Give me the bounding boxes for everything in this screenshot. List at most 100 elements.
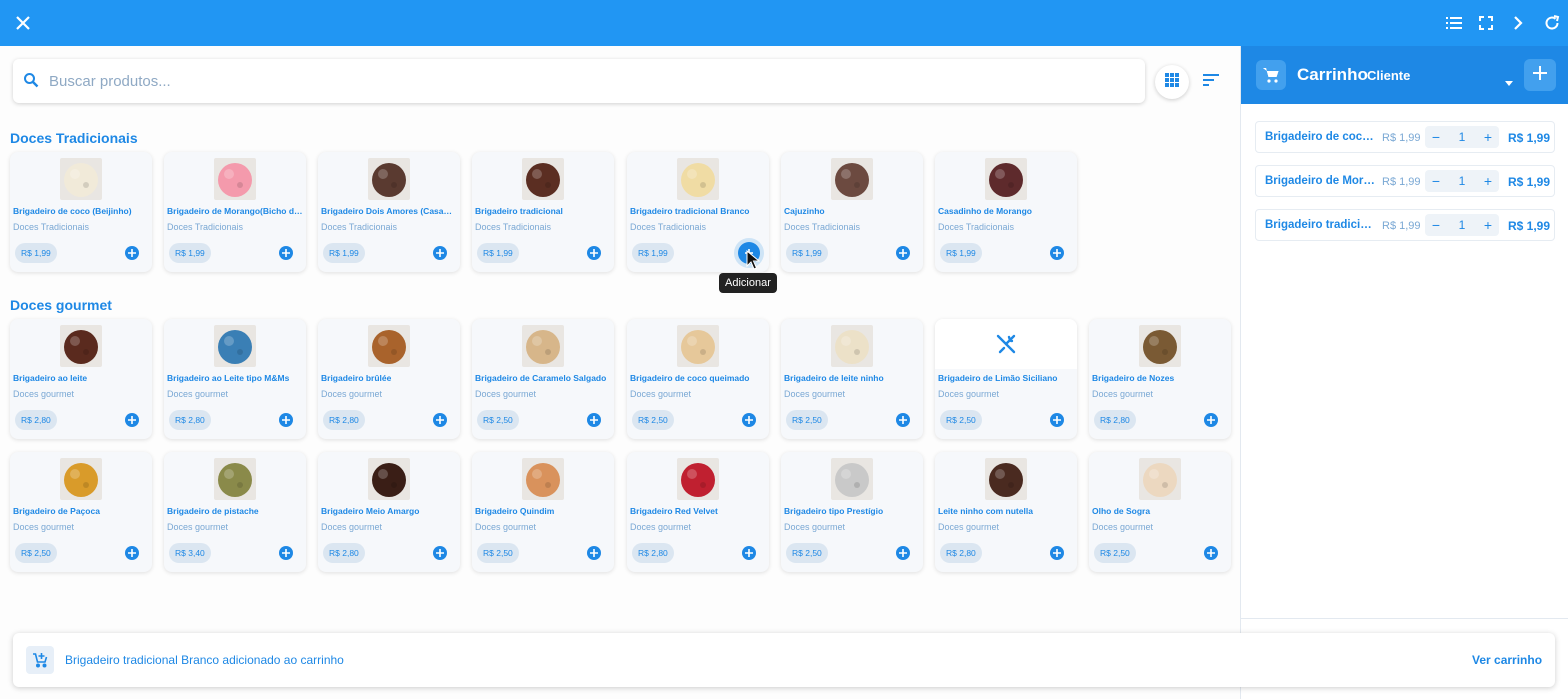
increase-quantity-button[interactable]: + <box>1477 126 1499 148</box>
add-to-cart-button[interactable] <box>1050 246 1064 260</box>
search-input[interactable] <box>49 59 1129 103</box>
add-to-cart-button[interactable] <box>279 546 293 560</box>
product-category: Doces Tradicionais <box>630 222 707 232</box>
product-card[interactable]: Brigadeiro Meio Amargo Doces gourmet R$ 2,… <box>318 452 460 572</box>
product-price: R$ 1,99 <box>940 243 982 263</box>
product-name: Brigadeiro de leite ninho <box>784 373 884 383</box>
plus-icon <box>745 411 753 429</box>
add-to-cart-button[interactable] <box>742 546 756 560</box>
add-to-cart-button[interactable] <box>1050 413 1064 427</box>
product-card[interactable]: Brigadeiro Quindim Doces gourmet R$ 2,50 <box>472 452 614 572</box>
plus-icon <box>899 411 907 429</box>
add-to-cart-button[interactable] <box>1050 546 1064 560</box>
product-card[interactable]: Brigadeiro Red Velvet Doces gourmet R$ 2,8… <box>627 452 769 572</box>
product-card[interactable]: Brigadeiro de Morango(Bicho de pé) Doces … <box>164 152 306 272</box>
product-category: Doces gourmet <box>784 389 846 399</box>
plus-icon <box>436 544 444 562</box>
product-card[interactable]: Olho de Sogra Doces gourmet R$ 2,50 <box>1089 452 1231 572</box>
product-price: R$ 2,80 <box>1094 410 1136 430</box>
product-price: R$ 2,50 <box>786 410 828 430</box>
product-card[interactable]: Brigadeiro tradicional Doces Tradicionais… <box>472 152 614 272</box>
plus-icon <box>128 411 136 429</box>
product-category: Doces gourmet <box>1092 522 1154 532</box>
product-image <box>985 458 1027 500</box>
product-category: Doces Tradicionais <box>938 222 1015 232</box>
plus-icon <box>436 244 444 262</box>
product-card[interactable]: Brigadeiro de Caramelo Salgado Doces gour… <box>472 319 614 439</box>
quantity-value: 1 <box>1458 218 1466 232</box>
product-card[interactable]: Brigadeiro brûlée Doces gourmet R$ 2,80 <box>318 319 460 439</box>
product-card[interactable]: Brigadeiro de Limão Siciliano Doces gourm… <box>935 319 1077 439</box>
product-card[interactable]: Brigadeiro Dois Amores (Casadinho) Doces … <box>318 152 460 272</box>
product-card[interactable]: Cajuzinho Doces Tradicionais R$ 1,99 <box>781 152 923 272</box>
cart-item-total: R$ 1,99 <box>1508 175 1551 189</box>
add-client-button[interactable] <box>1524 59 1556 91</box>
chevron-right-icon[interactable] <box>1502 0 1534 46</box>
product-image <box>1139 325 1181 367</box>
add-to-cart-button[interactable] <box>1204 413 1218 427</box>
product-image <box>522 325 564 367</box>
product-card[interactable]: Brigadeiro de Nozes Doces gourmet R$ 2,80 <box>1089 319 1231 439</box>
add-to-cart-button[interactable] <box>587 246 601 260</box>
add-to-cart-button[interactable] <box>1204 546 1218 560</box>
dropdown-caret-icon[interactable] <box>1505 73 1513 91</box>
add-to-cart-button[interactable] <box>125 413 139 427</box>
decrease-quantity-button[interactable]: − <box>1425 170 1447 192</box>
add-to-cart-button[interactable] <box>433 246 447 260</box>
product-card[interactable]: Brigadeiro tipo Prestígio Doces gourmet R$… <box>781 452 923 572</box>
plus-icon <box>282 411 290 429</box>
add-to-cart-button[interactable] <box>742 413 756 427</box>
cart-add-icon <box>26 646 54 674</box>
product-card[interactable]: Brigadeiro ao leite Doces gourmet R$ 2,80 <box>10 319 152 439</box>
plus-icon <box>436 411 444 429</box>
cart-item-total: R$ 1,99 <box>1508 219 1551 233</box>
product-card[interactable]: Brigadeiro de coco queimado Doces gourmet… <box>627 319 769 439</box>
product-card[interactable]: Brigadeiro de Paçoca Doces gourmet R$ 2,50 <box>10 452 152 572</box>
product-price: R$ 1,99 <box>15 243 57 263</box>
sort-button[interactable] <box>1194 65 1228 99</box>
add-to-cart-button[interactable] <box>279 246 293 260</box>
add-to-cart-button[interactable] <box>125 546 139 560</box>
product-category: Doces gourmet <box>938 522 1000 532</box>
add-to-cart-button[interactable] <box>896 246 910 260</box>
product-card[interactable]: Brigadeiro de pistache Doces gourmet R$ 3,… <box>164 452 306 572</box>
add-to-cart-button[interactable] <box>433 546 447 560</box>
add-to-cart-button[interactable] <box>587 546 601 560</box>
product-card[interactable]: Brigadeiro de leite ninho Doces gourmet R$… <box>781 319 923 439</box>
list-icon[interactable] <box>1438 0 1470 46</box>
add-to-cart-button[interactable] <box>279 413 293 427</box>
decrease-quantity-button[interactable]: − <box>1425 214 1447 236</box>
product-card[interactable]: Brigadeiro ao Leite tipo M&Ms Doces gourm… <box>164 319 306 439</box>
close-icon[interactable] <box>7 0 39 46</box>
product-category: Doces Tradicionais <box>321 222 398 232</box>
add-to-cart-button[interactable] <box>896 546 910 560</box>
add-to-cart-button[interactable] <box>433 413 447 427</box>
refresh-icon[interactable] <box>1536 0 1568 46</box>
product-card[interactable]: Leite ninho com nutella Doces gourmet R$ 2… <box>935 452 1077 572</box>
search-bar <box>13 59 1145 103</box>
product-name: Brigadeiro de pistache <box>167 506 259 516</box>
product-name: Brigadeiro ao leite <box>13 373 88 383</box>
increase-quantity-button[interactable]: + <box>1477 170 1499 192</box>
grid-view-button[interactable] <box>1155 65 1189 99</box>
quantity-value: 1 <box>1458 130 1466 144</box>
increase-quantity-button[interactable]: + <box>1477 214 1499 236</box>
cart-item: Brigadeiro de coco (Beijinho)R$ 1,99−1+R… <box>1255 121 1555 153</box>
product-image <box>831 325 873 367</box>
decrease-quantity-button[interactable]: − <box>1425 126 1447 148</box>
add-to-cart-button[interactable] <box>587 413 601 427</box>
product-card[interactable]: Casadinho de Morango Doces Tradicionais R$… <box>935 152 1077 272</box>
view-cart-button[interactable]: Ver carrinho <box>1472 653 1542 667</box>
product-name: Brigadeiro de Nozes <box>1092 373 1175 383</box>
cart-item-unit-price: R$ 1,99 <box>1382 220 1421 232</box>
product-category: Doces gourmet <box>1092 389 1154 399</box>
product-name: Brigadeiro de Limão Siciliano <box>938 373 1058 383</box>
fullscreen-icon[interactable] <box>1470 0 1502 46</box>
product-card[interactable]: Brigadeiro de coco (Beijinho) Doces Tradi… <box>10 152 152 272</box>
client-selector[interactable]: Cliente <box>1367 68 1410 83</box>
product-image <box>214 458 256 500</box>
cart-item-name: Brigadeiro de coco (Beijinho) <box>1265 131 1375 143</box>
add-to-cart-button[interactable] <box>896 413 910 427</box>
add-to-cart-button[interactable] <box>125 246 139 260</box>
cart-item-unit-price: R$ 1,99 <box>1382 132 1421 144</box>
